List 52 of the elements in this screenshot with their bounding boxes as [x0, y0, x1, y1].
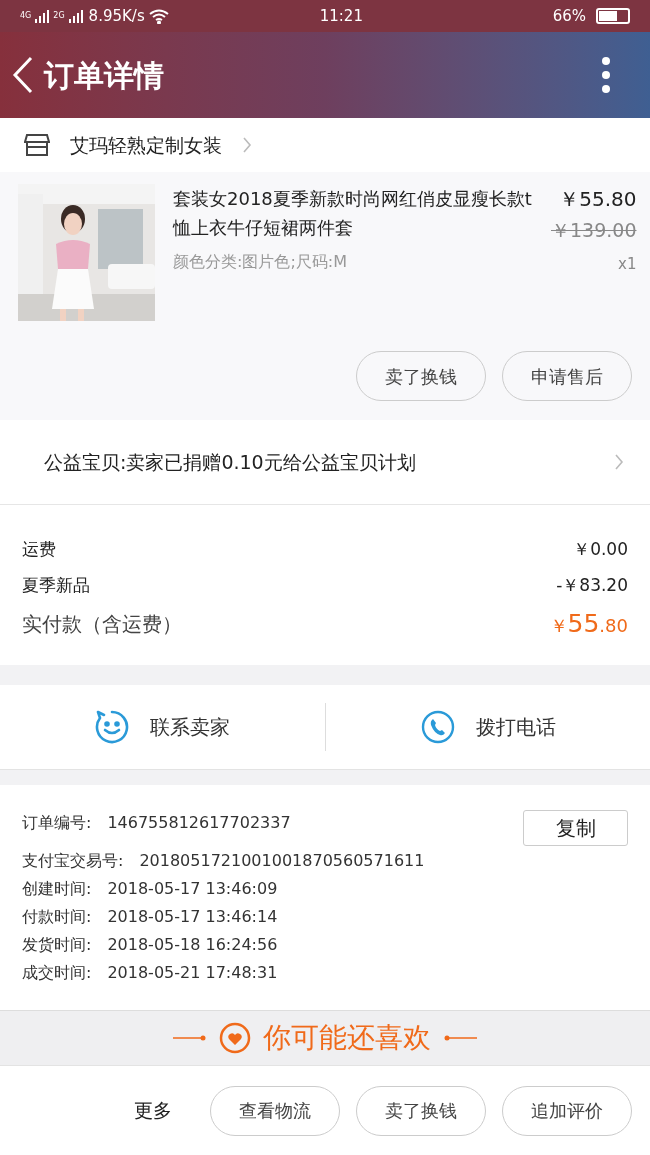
- info-label: 创建时间:: [22, 878, 92, 900]
- more-options-button[interactable]: [600, 57, 612, 93]
- network-speed: 8.95K/s: [88, 5, 145, 27]
- info-value: 2018-05-21 17:48:31: [107, 962, 278, 984]
- copy-button[interactable]: 复制: [523, 810, 628, 846]
- clock: 11:21: [318, 5, 364, 27]
- action-button[interactable]: 申请售后: [502, 351, 632, 401]
- cost-label: 夏季新品: [22, 574, 90, 598]
- info-label: 订单编号:: [22, 812, 92, 834]
- recommend-title: 你可能还喜欢: [263, 1020, 431, 1056]
- product-title[interactable]: 套装女2018夏季新款时尚网红俏皮显瘦长款t恤上衣牛仔短裙两件套: [173, 184, 533, 242]
- original-price: ￥139.00: [551, 218, 637, 243]
- store-icon: [24, 133, 50, 157]
- product-variant: 颜色分类:图片色;尺码:M: [173, 251, 348, 273]
- cost-value: ￥0.00: [573, 538, 628, 562]
- leader-line: [443, 1034, 477, 1042]
- more-label[interactable]: 更多: [134, 1096, 172, 1125]
- total-amount: ￥55.80: [549, 608, 628, 641]
- phone-icon: [419, 709, 456, 745]
- page-title: 订单详情: [44, 56, 164, 95]
- info-label: 成交时间:: [22, 962, 92, 984]
- shop-name[interactable]: 艾玛轻熟定制女装: [70, 130, 222, 160]
- info-label: 支付宝交易号:: [22, 850, 124, 872]
- signal-icon: [68, 9, 83, 23]
- action-button[interactable]: 卖了换钱: [356, 1085, 486, 1136]
- action-button[interactable]: 查看物流: [210, 1085, 340, 1136]
- chevron-right-icon: [242, 136, 252, 154]
- info-value: 2018-05-17 13:46:09: [107, 878, 278, 900]
- battery-icon: [596, 8, 630, 24]
- contact-button[interactable]: 拨打电话: [419, 709, 556, 745]
- info-value: 2018-05-18 16:24:56: [107, 934, 278, 956]
- quantity: x1: [618, 253, 637, 275]
- cost-label: 运费: [22, 538, 56, 562]
- contact-button[interactable]: 联系卖家: [94, 709, 231, 745]
- info-label: 发货时间:: [22, 934, 92, 956]
- action-button[interactable]: 卖了换钱: [356, 351, 486, 401]
- product-price: ￥55.80: [559, 186, 637, 213]
- network-label: 2G: [53, 12, 65, 20]
- wifi-icon: [148, 8, 169, 24]
- info-label: 付款时间:: [22, 906, 92, 928]
- battery-percent: 66%: [552, 5, 586, 27]
- info-value: 2018051721001001870560571611: [139, 850, 425, 872]
- chevron-right-icon: [614, 453, 624, 471]
- info-value: 2018-05-17 13:46:14: [107, 906, 278, 928]
- network-label: 4G: [20, 12, 32, 20]
- smiley-chat-icon: [94, 709, 131, 745]
- info-value: 146755812617702337: [107, 812, 291, 834]
- cost-value: -￥83.20: [556, 574, 628, 598]
- total-label: 实付款（含运费）: [22, 611, 182, 638]
- leader-line: [173, 1034, 207, 1042]
- action-button[interactable]: 追加评价: [502, 1085, 632, 1136]
- signal-icon: [35, 9, 50, 23]
